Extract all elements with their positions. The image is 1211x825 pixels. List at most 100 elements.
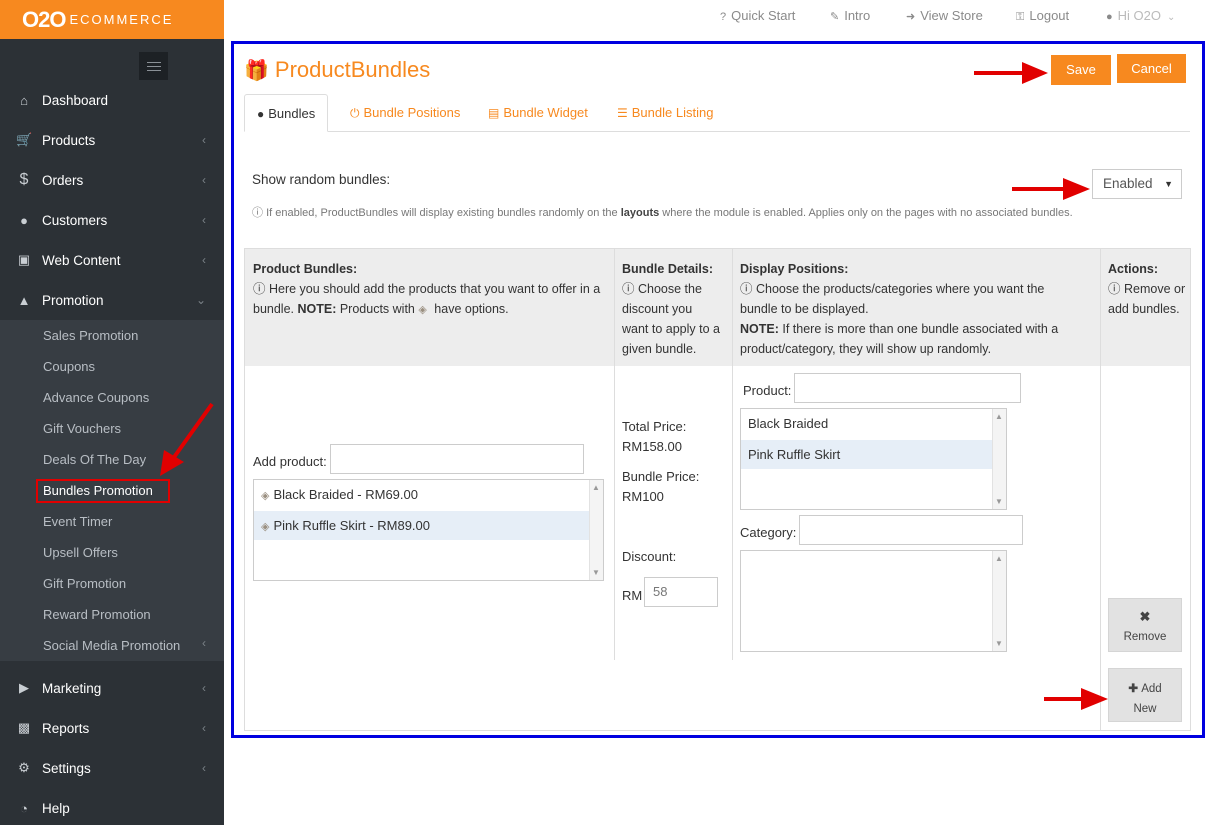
bar-chart-icon: ▩ <box>17 720 31 735</box>
submenu-item[interactable]: Gift Vouchers <box>43 421 121 436</box>
logout-link[interactable]: ⚿ Logout <box>1016 8 1069 24</box>
tab-label: Bundle Positions <box>363 105 461 120</box>
intro-link[interactable]: ✎ Intro <box>830 8 870 23</box>
annotation-arrow-icon <box>160 402 214 476</box>
random-bundles-help: ⓘ If enabled, ProductBundles will displa… <box>252 204 1073 220</box>
tab-bundle-widget[interactable]: ▤ Bundle Widget <box>476 94 600 132</box>
scroll-down-icon: ▼ <box>995 639 1003 648</box>
caret-down-icon: ▼ <box>1164 179 1173 189</box>
sidebar-item-promotion[interactable]: ▲ Promotion ⌄ <box>0 280 224 320</box>
sidebar-item-label: Settings <box>42 760 91 776</box>
category-label: Category: <box>740 525 797 540</box>
bundle-products-list[interactable]: ◈ Black Braided - RM69.00 ◈ Pink Ruffle Sk… <box>253 479 604 581</box>
sidebar-item-settings[interactable]: ⚙ Settings ‹ <box>0 748 224 788</box>
list-item-label: Black Braided - RM69.00 <box>273 487 418 502</box>
list-item[interactable]: Black Braided <box>741 409 993 438</box>
submenu-item[interactable]: Social Media Promotion <box>43 638 180 653</box>
chevron-left-icon: ‹ <box>202 133 206 147</box>
help-icon: ◔ <box>20 800 28 816</box>
view-store-label: View Store <box>920 8 983 23</box>
sidebar-item-orders[interactable]: $ Orders ‹ <box>0 160 224 200</box>
scroll-up-icon: ▲ <box>995 554 1003 563</box>
submenu-item[interactable]: Reward Promotion <box>43 607 151 622</box>
header-title: Display Positions: <box>740 262 849 276</box>
list-item[interactable]: ◈ Pink Ruffle Skirt - RM89.00 <box>254 511 590 540</box>
thumbs-up-icon: ▲ <box>17 292 31 308</box>
tab-label: Bundles <box>268 106 316 121</box>
scrollbar[interactable]: ▲ ▼ <box>589 480 603 580</box>
bullhorn-icon: ▶ <box>19 680 29 695</box>
sidebar-item-label: Reports <box>42 720 90 736</box>
product-label: Product: <box>743 383 792 398</box>
add-new-button[interactable]: ✚ Add New <box>1108 668 1182 722</box>
info-icon: ⓘ <box>1108 282 1124 296</box>
submenu-item[interactable]: Advance Coupons <box>43 390 149 405</box>
submenu-item[interactable]: Deals Of The Day <box>43 452 146 467</box>
add-new-label: New <box>1133 703 1157 715</box>
header-actions: Actions: ⓘ Remove or add bundles. <box>1108 259 1186 319</box>
list-item[interactable]: Pink Ruffle Skirt <box>741 440 993 469</box>
magic-wand-icon: ✎ <box>830 11 840 23</box>
sidebar-item-marketing[interactable]: ▶ Marketing ‹ <box>0 668 224 708</box>
sidebar-item-label: Orders <box>42 172 84 188</box>
submenu-item[interactable]: Sales Promotion <box>43 328 138 343</box>
sidebar-item-help[interactable]: ◔ Help <box>0 788 224 825</box>
tab-bundle-positions[interactable]: ⏻ Bundle Positions <box>338 94 472 132</box>
bundle-price-label: Bundle Price: <box>622 469 700 484</box>
submenu-item[interactable]: Upsell Offers <box>43 545 118 560</box>
chevron-left-icon: ‹ <box>202 681 206 695</box>
menu-toggle-icon[interactable] <box>139 52 168 80</box>
scrollbar[interactable]: ▲ ▼ <box>992 409 1006 509</box>
list-box-icon: ▤ <box>488 106 500 120</box>
cancel-button[interactable]: Cancel <box>1117 54 1186 83</box>
save-button[interactable]: Save <box>1051 55 1111 85</box>
logo[interactable]: O2O ECOMMERCE <box>0 0 224 39</box>
add-new-label: Add <box>1141 683 1162 695</box>
submenu-item[interactable]: Coupons <box>43 359 95 374</box>
sidebar-item-reports[interactable]: ▩ Reports ‹ <box>0 708 224 748</box>
plus-icon: ✚ <box>1128 683 1142 695</box>
sidebar-item-products[interactable]: 🛒 Products ‹ <box>0 120 224 160</box>
remove-button[interactable]: ✖ Remove <box>1108 598 1182 652</box>
sidebar-item-web-content[interactable]: ▣ Web Content ‹ <box>0 240 224 280</box>
random-bundles-select[interactable]: Enabled ▼ <box>1092 169 1182 199</box>
annotation-arrow-icon <box>1044 688 1108 710</box>
discount-input[interactable]: 58 <box>644 577 718 607</box>
user-menu[interactable]: ● Hi O2O ⌄ <box>1106 8 1175 23</box>
view-store-link[interactable]: ➜ View Store <box>906 8 983 23</box>
gears-icon: ⚙ <box>18 760 30 775</box>
annotation-arrow-icon <box>974 62 1048 84</box>
remove-label: Remove <box>1123 631 1167 643</box>
submenu-item-bundles-promotion[interactable]: Bundles Promotion <box>36 479 170 503</box>
currency-label: RM <box>622 588 643 603</box>
discount-label: Discount: <box>622 549 677 564</box>
tab-bundles[interactable]: ● Bundles <box>244 94 329 132</box>
category-input[interactable] <box>799 515 1023 545</box>
add-product-input[interactable] <box>330 444 584 474</box>
random-bundles-label: Show random bundles: <box>252 172 391 187</box>
quick-start-label: Quick Start <box>731 8 796 23</box>
header-note: NOTE: <box>297 302 337 316</box>
list-item[interactable]: ◈ Black Braided - RM69.00 <box>254 480 590 509</box>
help-text-bold: layouts <box>620 207 660 219</box>
sidebar-item-label: Dashboard <box>42 92 109 108</box>
column-divider <box>732 249 733 660</box>
table-header: Product Bundles: ⓘ Here you should add t… <box>245 249 1190 366</box>
scroll-up-icon: ▲ <box>592 483 600 492</box>
header-text: If there is more than one bundle associa… <box>740 322 1059 356</box>
total-price-label: Total Price: <box>622 419 687 434</box>
tab-bundle-listing[interactable]: ☰ Bundle Listing <box>605 94 725 132</box>
top-bar: ? Quick Start ✎ Intro ➜ View Store ⚿ Logout … <box>224 0 1211 32</box>
sidebar-item-customers[interactable]: ● Customers ‹ <box>0 200 224 240</box>
scrollbar[interactable]: ▲ ▼ <box>992 551 1006 651</box>
submenu-item[interactable]: Event Timer <box>43 514 112 529</box>
position-product-input[interactable] <box>794 373 1021 403</box>
logo-mark: O2O <box>22 6 66 32</box>
position-products-list[interactable]: Black Braided Pink Ruffle Skirt ▲ ▼ <box>740 408 1007 510</box>
quick-start-link[interactable]: ? Quick Start <box>720 8 795 23</box>
header-title: Actions: <box>1108 262 1158 276</box>
categories-list[interactable]: ▲ ▼ <box>740 550 1007 652</box>
sidebar-item-label: Web Content <box>42 252 121 268</box>
sidebar-item-dashboard[interactable]: ⌂ Dashboard <box>0 80 224 120</box>
submenu-item[interactable]: Gift Promotion <box>43 576 126 591</box>
